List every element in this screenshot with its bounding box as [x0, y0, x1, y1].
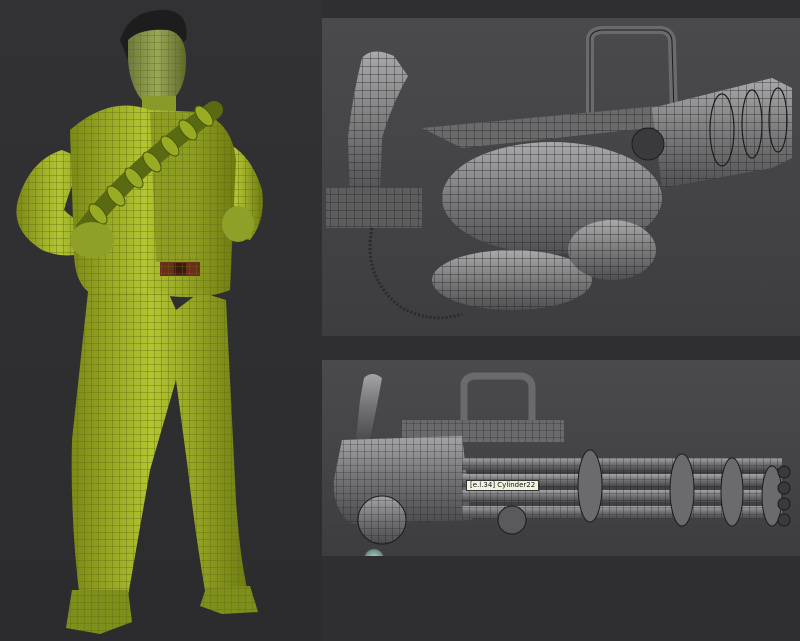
minigun-model-top [326, 26, 792, 320]
character-figure [16, 9, 263, 634]
minigun-wireframe-bottom [333, 372, 791, 545]
minigun-viewport-bottom[interactable]: [e.l.34] Cylinder22 [322, 360, 800, 556]
minigun-wireframe-top [326, 26, 792, 320]
object-tooltip: [e.l.34] Cylinder22 [466, 480, 540, 491]
minigun-model-bottom [333, 372, 791, 545]
character-render [16, 9, 263, 634]
character-viewport [0, 0, 322, 641]
minigun-viewport-top[interactable] [322, 18, 800, 336]
